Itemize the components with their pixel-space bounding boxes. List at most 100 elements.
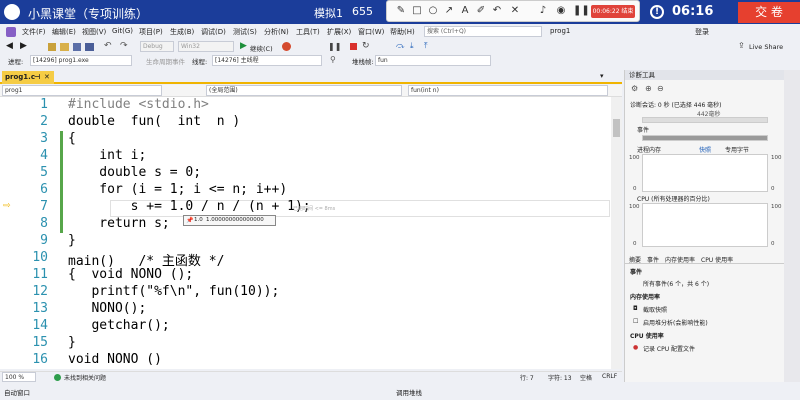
project-dropdown[interactable]: prog1 xyxy=(2,85,162,96)
submit-exam-button[interactable]: 交 卷 xyxy=(738,2,800,23)
menu-tools[interactable]: 工具(T) xyxy=(296,27,320,37)
config-select[interactable]: Debug xyxy=(140,41,174,52)
live-share-icon[interactable]: ⇪ xyxy=(738,41,745,50)
scope-dropdown[interactable]: (全局范围) xyxy=(206,85,402,96)
code-line[interactable]: double fun( int n ) xyxy=(68,114,240,129)
close-icon[interactable]: ✕ xyxy=(44,71,50,83)
zoom-select[interactable]: 100 % xyxy=(2,372,36,382)
menu-file[interactable]: 文件(F) xyxy=(22,27,46,37)
menu-git[interactable]: Git(G) xyxy=(112,27,133,35)
login-link[interactable]: 登录 xyxy=(695,27,709,37)
menu-view[interactable]: 视图(V) xyxy=(82,27,106,37)
memory-graph[interactable] xyxy=(642,154,768,192)
tab-summary[interactable]: 摘要 xyxy=(629,255,641,264)
autos-window-title[interactable]: 自动窗口 xyxy=(4,387,30,397)
new-file-icon[interactable] xyxy=(48,43,56,51)
menu-help[interactable]: 帮助(H) xyxy=(390,27,415,37)
delete-icon[interactable]: ✕ xyxy=(509,5,521,17)
square-icon[interactable]: □ xyxy=(411,5,423,17)
continue-button[interactable]: 继续(C) xyxy=(250,43,273,53)
code-line[interactable]: #include <stdio.h> xyxy=(68,97,209,112)
filter-icon[interactable]: ⚲ xyxy=(330,55,336,64)
code-line[interactable]: double s = 0; xyxy=(68,165,201,180)
code-line[interactable]: for (i = 1; i <= n; i++) xyxy=(68,182,287,197)
restart-icon[interactable]: ↻ xyxy=(362,41,370,51)
webcam-icon[interactable]: ◉ xyxy=(555,5,567,17)
code-line[interactable]: return s; xyxy=(68,216,169,231)
pause-icon[interactable]: ❚❚ xyxy=(573,5,590,17)
live-share-button[interactable]: Live Share xyxy=(749,43,783,51)
function-dropdown[interactable]: fun(int n) xyxy=(408,85,608,96)
all-events-link[interactable]: 所有事件(6 个，共 6 个) xyxy=(643,279,709,288)
perf-tip[interactable]: 已用时间 <= 8ms xyxy=(293,205,335,212)
pause-debug-icon[interactable]: ❚❚ xyxy=(328,42,341,51)
right-tool-rail[interactable] xyxy=(784,70,800,382)
undo-icon[interactable]: ↶ xyxy=(491,5,503,17)
events-section[interactable]: 事件 xyxy=(637,125,649,134)
code-line[interactable]: } xyxy=(68,233,76,248)
editor-vertical-scrollbar[interactable] xyxy=(611,97,622,369)
pin-icon[interactable]: ⊣ xyxy=(34,71,40,83)
heap-profiling-link[interactable]: 启用堆分析(会影响性能) xyxy=(643,318,708,327)
menu-debug[interactable]: 调试(D) xyxy=(201,27,226,37)
stack-frame-select[interactable]: fun xyxy=(375,55,491,66)
highlighter-icon[interactable]: ✐ xyxy=(475,5,487,17)
eol-indicator[interactable]: CRLF xyxy=(602,373,617,380)
thread-select[interactable]: [14276] 主线程 xyxy=(212,55,322,66)
issues-status[interactable]: 未找到相关问题 xyxy=(64,373,106,382)
menu-analyze[interactable]: 分析(N) xyxy=(264,27,289,37)
cpu-section[interactable]: CPU (所有处理器的百分比) xyxy=(637,194,710,203)
code-line[interactable]: } xyxy=(68,335,76,350)
code-line[interactable]: { xyxy=(68,131,76,146)
stop-debug-icon[interactable] xyxy=(350,43,357,50)
platform-select[interactable]: Win32 xyxy=(178,41,234,52)
tab-memory[interactable]: 内存使用率 xyxy=(665,255,695,264)
record-time[interactable]: 00:06:22 结束 xyxy=(591,5,635,18)
code-line[interactable]: int i; xyxy=(68,148,146,163)
code-line[interactable]: getchar(); xyxy=(68,318,169,333)
circle-icon[interactable]: ○ xyxy=(427,5,439,17)
whitespace-indicator[interactable]: 空格 xyxy=(580,373,592,382)
tab-events[interactable]: 事件 xyxy=(647,255,659,264)
data-tip[interactable]: 📌 1.0 1.000000000000000 xyxy=(183,215,276,226)
data-tip-value[interactable]: 1.000000000000000 xyxy=(206,216,264,225)
code-line[interactable]: void NONO () xyxy=(68,352,162,367)
undo-toolbar-icon[interactable]: ↶ xyxy=(104,41,112,51)
open-folder-icon[interactable] xyxy=(60,43,69,51)
take-snapshot-link[interactable]: 截取快照 xyxy=(643,305,667,314)
code-line[interactable]: NONO(); xyxy=(68,301,146,316)
code-editor[interactable]: ⇨ 1 2 3 4 5 6 7 8 9 10 11 12 13 14 15 16… xyxy=(0,97,622,369)
pin-data-tip-icon[interactable]: 📌 xyxy=(186,216,193,225)
timeline-ruler[interactable] xyxy=(642,117,768,123)
menu-test[interactable]: 测试(S) xyxy=(233,27,257,37)
scrollbar-thumb[interactable] xyxy=(613,119,620,137)
save-all-icon[interactable] xyxy=(85,43,94,51)
step-over-icon[interactable]: ⤼ xyxy=(396,41,405,51)
text-icon[interactable]: A xyxy=(459,5,471,17)
heap-checkbox-icon[interactable]: ☐ xyxy=(633,318,638,325)
search-input[interactable]: 搜索 (Ctrl+Q) xyxy=(424,26,542,37)
hot-reload-icon[interactable] xyxy=(282,42,291,51)
menu-window[interactable]: 窗口(W) xyxy=(358,27,384,37)
tab-overflow-icon[interactable]: ▾ xyxy=(600,72,604,80)
zoom-out-icon[interactable]: ⊖ xyxy=(657,84,664,93)
step-into-icon[interactable]: ⤓ xyxy=(410,41,414,51)
continue-icon[interactable]: ▶ xyxy=(240,41,247,51)
code-line[interactable]: printf("%f\n", fun(10)); xyxy=(68,284,279,299)
memory-section[interactable]: 进程内存 xyxy=(637,145,661,154)
cpu-graph[interactable] xyxy=(642,203,768,247)
menu-project[interactable]: 项目(P) xyxy=(139,27,163,37)
tab-cpu[interactable]: CPU 使用率 xyxy=(701,255,733,264)
code-line[interactable]: { void NONO (); xyxy=(68,267,193,282)
forward-icon[interactable]: ▶ xyxy=(20,41,27,51)
process-select[interactable]: [14296] prog1.exe xyxy=(30,55,132,66)
zoom-in-icon[interactable]: ⊕ xyxy=(645,84,652,93)
record-cpu-link[interactable]: 记录 CPU 配置文件 xyxy=(643,344,695,353)
redo-toolbar-icon[interactable]: ↷ xyxy=(120,41,128,51)
menu-edit[interactable]: 编辑(E) xyxy=(52,27,76,37)
tab-prog1-c[interactable]: prog1.c ⊣ ✕ xyxy=(2,71,54,84)
menu-build[interactable]: 生成(B) xyxy=(170,27,194,37)
volume-icon[interactable]: ♪ xyxy=(537,5,549,17)
settings-icon[interactable]: ⚙ xyxy=(631,84,638,93)
menu-extensions[interactable]: 扩展(X) xyxy=(327,27,351,37)
